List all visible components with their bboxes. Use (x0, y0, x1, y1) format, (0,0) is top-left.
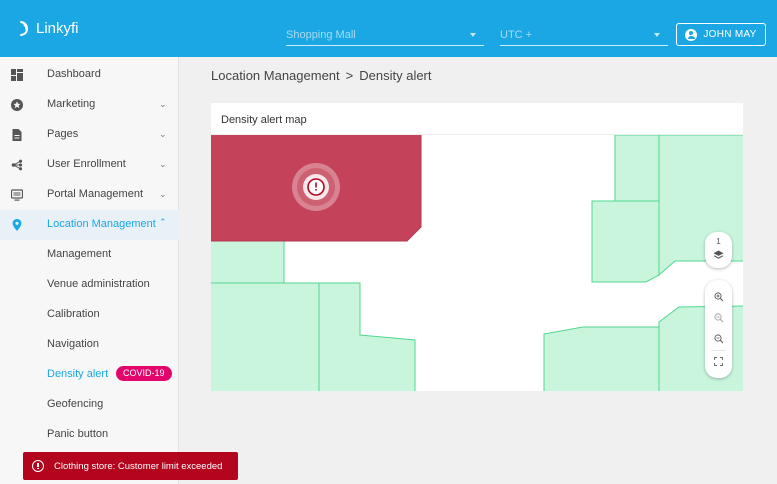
main-content: Location Management > Density alert Densit… (180, 57, 777, 484)
floor-layer-control[interactable]: 1 (705, 232, 732, 268)
venue-select-value: Shopping Mall (286, 29, 356, 41)
sidebar-item-marketing[interactable]: Marketing ⌄ (0, 90, 179, 120)
user-avatar-icon (685, 28, 698, 41)
alert-marker-icon[interactable] (292, 163, 340, 211)
map-zone-left-top[interactable] (211, 240, 285, 284)
alert-toast[interactable]: Clothing store: Customer limit exceeded (23, 452, 238, 480)
sidebar: Dashboard Marketing ⌄ Pages ⌄ User Enrol… (0, 57, 179, 484)
breadcrumb: Location Management > Density alert (211, 68, 432, 83)
sidebar-subitem-label: Management (47, 248, 112, 260)
sidebar-subitem-label: Density alert (47, 368, 109, 380)
user-name: JOHN MAY (703, 29, 757, 40)
layers-icon (713, 250, 724, 259)
star-icon (11, 99, 23, 111)
map-zone-right-tall[interactable] (614, 135, 660, 202)
sidebar-item-portal-management[interactable]: Portal Management ⌄ (0, 180, 179, 210)
page-icon (12, 129, 22, 141)
toast-message: Clothing store: Customer limit exceeded (54, 460, 223, 472)
map-zone-center-bottom[interactable] (318, 282, 416, 391)
timezone-select-value: UTC + (500, 29, 533, 41)
covid-badge: COVID-19 (116, 366, 172, 381)
sidebar-subitem-label: Venue administration (47, 278, 150, 290)
sidebar-item-label: Marketing (47, 98, 96, 110)
sidebar-item-user-enrollment[interactable]: User Enrollment ⌄ (0, 150, 179, 180)
sidebar-item-location-management[interactable]: Location Management ⌃ (0, 210, 179, 240)
map-zone-right-bottom-1[interactable] (543, 326, 660, 391)
density-alert-map-card: Density alert map 1 (211, 103, 743, 391)
sidebar-subitem-label: Navigation (47, 338, 99, 350)
sidebar-item-label: Portal Management (47, 188, 143, 200)
sidebar-subitem-label: Geofencing (47, 398, 104, 410)
linkyfi-logo-icon (20, 21, 29, 36)
timezone-select[interactable]: UTC + (500, 24, 668, 46)
map-zoom-controls (705, 280, 732, 378)
sidebar-item-label: Location Management (47, 218, 156, 230)
fullscreen-icon[interactable] (714, 357, 723, 366)
chevron-down-icon: ⌄ (159, 129, 167, 139)
breadcrumb-current: Density alert (359, 68, 432, 83)
sidebar-item-dashboard[interactable]: Dashboard (0, 60, 179, 90)
floor-map-canvas (211, 135, 743, 391)
chevron-down-icon: ⌄ (159, 159, 167, 169)
alert-circle-icon (32, 460, 44, 472)
app-window: Linkyfi Shopping Mall UTC + JOHN MAY Das… (0, 0, 777, 484)
sidebar-subitem-management[interactable]: Management (0, 240, 179, 270)
floor-level: 1 (716, 237, 721, 246)
sidebar-item-pages[interactable]: Pages ⌄ (0, 120, 179, 150)
map-zone-right-mid[interactable] (591, 200, 660, 283)
sidebar-item-label: User Enrollment (47, 158, 126, 170)
sidebar-item-label: Pages (47, 128, 79, 140)
sidebar-subitem-label: Calibration (47, 308, 100, 320)
map-zone-left-bottom[interactable] (211, 282, 320, 391)
breadcrumb-separator: > (345, 68, 354, 83)
chevron-down-icon: ⌄ (159, 189, 167, 199)
user-menu-button[interactable]: JOHN MAY (676, 23, 766, 46)
sidebar-subitem-calibration[interactable]: Calibration (0, 300, 179, 330)
zoom-out-icon[interactable] (714, 313, 724, 323)
sidebar-subitem-geofencing[interactable]: Geofencing (0, 390, 179, 420)
sidebar-item-label: Dashboard (47, 68, 101, 80)
sidebar-subitem-navigation[interactable]: Navigation (0, 330, 179, 360)
chevron-down-icon: ⌄ (159, 99, 167, 109)
chevron-up-icon: ⌃ (159, 217, 167, 227)
zoom-in-icon[interactable] (714, 292, 724, 302)
card-title: Density alert map (221, 114, 307, 126)
venue-select[interactable]: Shopping Mall (286, 24, 484, 46)
top-bar: Linkyfi Shopping Mall UTC + JOHN MAY (0, 0, 777, 57)
screen-icon (11, 189, 23, 201)
sidebar-subitem-label: Panic button (47, 428, 109, 440)
dashboard-icon (11, 69, 23, 81)
logo-text: Linkyfi (36, 19, 79, 37)
sidebar-subitem-panic-button[interactable]: Panic button (0, 420, 179, 450)
logo[interactable]: Linkyfi (18, 16, 79, 40)
location-pin-icon (12, 219, 22, 231)
caret-down-icon (654, 33, 660, 37)
caret-down-icon (470, 33, 476, 37)
breadcrumb-parent-link[interactable]: Location Management (211, 68, 340, 83)
zoom-reset-icon[interactable] (714, 334, 724, 344)
floor-map[interactable]: 1 (211, 134, 743, 391)
share-icon (11, 159, 23, 171)
sidebar-subitem-venue-administration[interactable]: Venue administration (0, 270, 179, 300)
sidebar-subitem-density-alert[interactable]: Density alert COVID-19 (0, 360, 179, 390)
control-divider (711, 350, 726, 351)
